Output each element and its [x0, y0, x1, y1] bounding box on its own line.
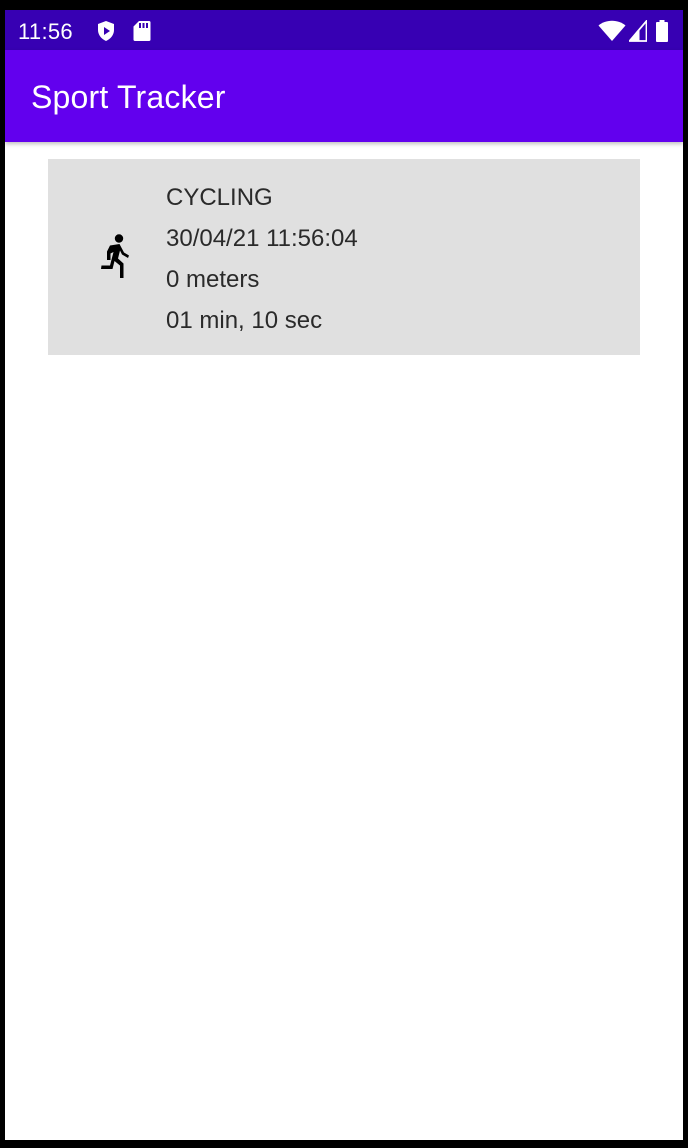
battery-icon	[656, 20, 668, 42]
activity-duration: 01 min, 10 sec	[166, 307, 323, 334]
activity-list: CYCLING 30/04/21 11:56:04 0 meters 01 mi…	[48, 159, 640, 355]
activity-distance: 0 meters	[166, 266, 260, 293]
cell-signal-icon	[629, 20, 647, 42]
activity-details: CYCLING 30/04/21 11:56:04 0 meters 01 mi…	[166, 177, 358, 341]
running-person-icon	[101, 234, 129, 278]
status-bar: 11:56	[5, 10, 683, 50]
activity-datetime: 30/04/21 11:56:04	[166, 225, 358, 252]
shield-play-icon	[98, 21, 114, 41]
wifi-icon	[598, 20, 626, 41]
app-screen: 11:56 Sport Tracker CYCLING 30/04/21 11:…	[5, 10, 683, 1140]
activity-type: CYCLING	[166, 184, 273, 211]
status-time: 11:56	[18, 19, 73, 44]
app-bar: Sport Tracker	[5, 50, 683, 142]
app-title: Sport Tracker	[31, 79, 226, 115]
activity-card[interactable]: CYCLING 30/04/21 11:56:04 0 meters 01 mi…	[48, 159, 640, 355]
sd-card-icon	[133, 21, 151, 41]
